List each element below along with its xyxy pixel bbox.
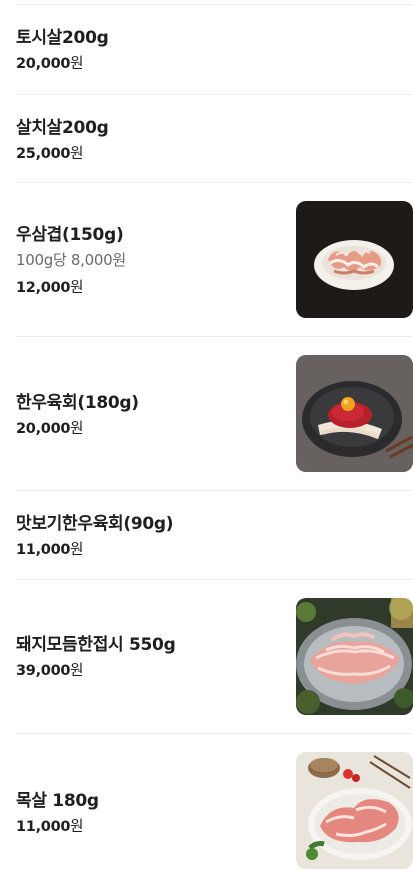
menu-item-tasting-yukhoe[interactable]: 맛보기한우육회(90g) 11,000원 (0, 490, 413, 579)
menu-item-tosisal[interactable]: 토시살200g 20,000원 (0, 0, 413, 94)
menu-item-salchisal[interactable]: 살치살200g 25,000원 (0, 94, 413, 182)
menu-item-unit-price: 100g당 8,000원 (16, 251, 126, 269)
menu-item-price: 25,000원 (16, 146, 84, 162)
beef-plate-photo (296, 201, 413, 318)
menu-item-price: 20,000원 (16, 56, 84, 72)
menu-item-moksal[interactable]: 목살 180g 11,000원 (0, 733, 413, 882)
menu-item-name: 우삼겹(150g) (16, 225, 124, 245)
menu-item-hanwoo-yukhoe[interactable]: 한우육회(180g) 20,000원 (0, 336, 413, 490)
menu-item-price: 11,000원 (16, 542, 84, 558)
pork-platter-photo (296, 598, 413, 715)
menu-item-usamgyeop[interactable]: 우삼겹(150g) 100g당 8,000원 12,000원 (0, 182, 413, 336)
menu-item-name: 한우육회(180g) (16, 393, 139, 413)
menu-item-price: 11,000원 (16, 819, 84, 835)
pork-neck-photo (296, 752, 413, 869)
menu-item-price: 12,000원 (16, 280, 84, 296)
menu-item-price: 39,000원 (16, 663, 84, 679)
menu-item-name: 목살 180g (16, 791, 99, 811)
menu-item-price: 20,000원 (16, 421, 84, 437)
menu-item-name: 돼지모듬한접시 550g (16, 635, 176, 655)
menu-item-name: 맛보기한우육회(90g) (16, 514, 174, 534)
menu-item-pork-platter[interactable]: 돼지모듬한접시 550g 39,000원 (0, 579, 413, 733)
menu-item-name: 살치살200g (16, 118, 109, 138)
menu-item-name: 토시살200g (16, 28, 109, 48)
yukhoe-photo (296, 355, 413, 472)
